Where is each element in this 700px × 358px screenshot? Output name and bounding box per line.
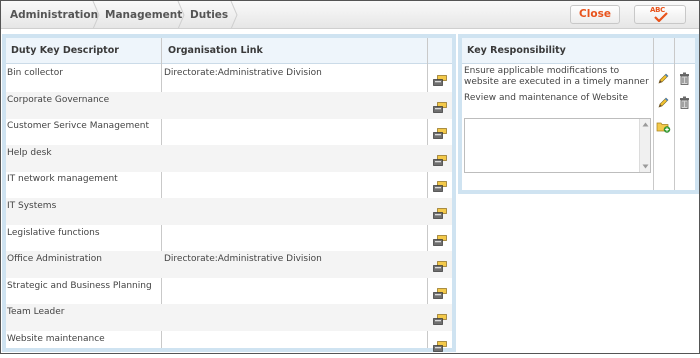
close-button[interactable]: Close (570, 5, 620, 24)
org-link-cell: Directorate:Administrative Division (164, 254, 322, 265)
column-header-key-responsibility: Key Responsibility (467, 45, 566, 56)
responsibility-row[interactable]: Review and maintenance of Website (462, 92, 695, 114)
breadcrumb-separator (91, 1, 101, 29)
table-row[interactable]: Help desk (6, 144, 452, 172)
top-bar: Administration Management Duties Close A… (1, 1, 699, 29)
link-icon[interactable] (433, 287, 447, 299)
table-row[interactable]: Corporate Governance (6, 91, 452, 119)
responsibility-table-header: Key Responsibility (462, 38, 695, 64)
link-icon[interactable] (433, 341, 447, 352)
column-header-org-link: Organisation Link (168, 45, 263, 56)
breadcrumb-management[interactable]: Management (105, 1, 182, 29)
duties-panel: Duty Key Descriptor Organisation Link Bi… (2, 34, 456, 352)
breadcrumb-duties[interactable]: Duties (190, 1, 228, 29)
link-icon[interactable] (433, 101, 447, 113)
link-icon[interactable] (433, 208, 447, 219)
duty-descriptor-cell: Legislative functions (7, 227, 100, 238)
table-row[interactable]: IT Systems (6, 198, 452, 225)
duty-descriptor-cell: Customer Serivce Management (7, 121, 149, 132)
duty-descriptor-cell: Bin collector (7, 68, 63, 78)
duty-descriptor-cell: Help desk (7, 147, 52, 158)
table-row[interactable]: Bin collector Directorate:Administrative … (6, 65, 452, 92)
duties-window: Administration Management Duties Close A… (0, 0, 700, 354)
duty-descriptor-cell: Website maintenance (7, 334, 105, 344)
duty-descriptor-cell: Team Leader (7, 307, 65, 318)
link-icon[interactable] (433, 154, 447, 166)
spellcheck-icon (654, 12, 668, 22)
column-divider (674, 38, 675, 190)
column-header-descriptor: Duty Key Descriptor (11, 45, 119, 56)
responsibility-text: Review and maintenance of Website (464, 93, 628, 103)
link-icon[interactable] (433, 75, 447, 86)
add-folder-icon[interactable] (656, 120, 671, 133)
new-responsibility-input[interactable] (465, 119, 639, 172)
responsibility-text: Ensure applicable modifications to websi… (464, 66, 649, 87)
duty-descriptor-cell: Strategic and Business Planning (7, 280, 152, 291)
trash-icon[interactable] (679, 96, 690, 109)
edit-pencil-icon[interactable] (657, 73, 669, 85)
table-row[interactable]: Strategic and Business Planning (6, 278, 452, 305)
link-icon[interactable] (433, 261, 447, 273)
link-icon[interactable] (433, 234, 447, 246)
trash-icon[interactable] (679, 72, 690, 85)
table-row[interactable]: Customer Serivce Management (6, 118, 452, 145)
table-row[interactable]: Team Leader (6, 304, 452, 332)
link-icon[interactable] (433, 314, 447, 326)
duty-descriptor-cell: Office Administration (7, 254, 102, 265)
table-row[interactable]: IT network management (6, 171, 452, 198)
duty-descriptor-cell: IT network management (7, 174, 118, 185)
edit-pencil-icon[interactable] (657, 97, 669, 109)
new-responsibility-field[interactable] (464, 118, 651, 173)
duties-table-header: Duty Key Descriptor Organisation Link (6, 38, 452, 64)
breadcrumb-separator (229, 1, 239, 29)
duty-descriptor-cell: IT Systems (7, 201, 57, 211)
duty-descriptor-cell: Corporate Governance (7, 94, 110, 105)
scroll-down-icon[interactable] (642, 163, 649, 170)
column-divider (653, 38, 654, 190)
link-icon[interactable] (433, 128, 447, 140)
spellcheck-button[interactable]: ABC (634, 5, 686, 24)
table-row[interactable]: Office Administration Directorate:Adminis… (6, 251, 452, 279)
breadcrumb-separator (176, 1, 186, 29)
textarea-scrollbar[interactable] (639, 119, 650, 172)
scroll-up-icon[interactable] (642, 121, 649, 128)
responsibility-panel: Key Responsibility Ensure applicable mod… (458, 34, 699, 194)
link-icon[interactable] (433, 181, 447, 193)
table-row[interactable]: Legislative functions (6, 225, 452, 252)
breadcrumb-administration[interactable]: Administration (10, 1, 98, 29)
org-link-cell: Directorate:Administrative Division (164, 68, 322, 78)
responsibility-row[interactable]: Ensure applicable modifications to websi… (462, 65, 695, 91)
